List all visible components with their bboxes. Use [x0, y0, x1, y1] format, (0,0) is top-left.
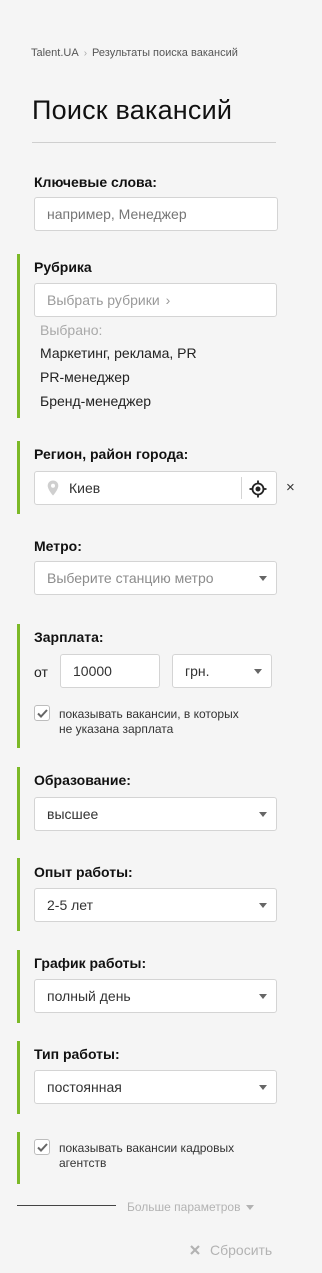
keywords-label: Ключевые слова: [34, 174, 157, 190]
page-title: Поиск вакансий [32, 95, 233, 125]
currency-value: грн. [185, 663, 210, 679]
title-divider [32, 142, 276, 143]
chevron-down-icon [259, 903, 267, 908]
metro-label: Метро: [34, 538, 82, 554]
metro-select[interactable]: Выберите станцию метро [34, 561, 277, 595]
rubric-placeholder: Выбрать рубрики [47, 292, 160, 308]
schedule-label: График работы: [34, 955, 147, 971]
reset-button[interactable]: Сбросить [190, 1242, 272, 1258]
agencies-checkbox[interactable] [34, 1139, 50, 1155]
experience-label: Опыт работы: [34, 864, 133, 880]
rubric-selected-item: Маркетинг, реклама, PR [40, 345, 197, 361]
checkmark-icon [36, 708, 48, 718]
keywords-input[interactable] [34, 197, 278, 231]
breadcrumb-home-link[interactable]: Talent.UA [31, 47, 79, 59]
breadcrumb: Talent.UA › Результаты поиска вакансий [31, 47, 238, 59]
rubric-selected-item: Бренд-менеджер [40, 393, 152, 409]
region-value: Киев [69, 480, 101, 496]
job-type-value: постоянная [47, 1079, 122, 1095]
education-label: Образование: [34, 772, 131, 788]
metro-placeholder: Выберите станцию метро [47, 570, 214, 586]
region-clear-button[interactable]: × [286, 479, 295, 496]
salary-from-input[interactable]: 10000 [60, 654, 160, 688]
chevron-down-icon [259, 1085, 267, 1090]
chevron-down-icon [246, 1204, 255, 1210]
experience-value: 2-5 лет [47, 897, 94, 913]
schedule-select[interactable]: полный день [34, 979, 277, 1013]
chevron-down-icon [254, 669, 262, 674]
reset-label: Сбросить [210, 1242, 273, 1258]
job-type-label: Тип работы: [34, 1046, 120, 1062]
region-divider [241, 477, 242, 499]
agencies-label: показывать вакансии кадровых агентств [59, 1141, 234, 1171]
region-label: Регион, район города: [34, 446, 189, 462]
more-params-label: Больше параметров [127, 1200, 241, 1214]
rubric-selected-item: PR-менеджер [40, 369, 130, 385]
more-params-divider [17, 1205, 116, 1206]
salary-from-label: от [34, 664, 48, 680]
location-pin-icon [47, 480, 59, 496]
region-input[interactable]: Киев [34, 471, 277, 505]
salary-from-value: 10000 [73, 663, 112, 679]
agencies-line1: показывать вакансии кадровых [59, 1141, 235, 1155]
currency-select[interactable]: грн. [172, 654, 272, 688]
chevron-down-icon [259, 812, 267, 817]
experience-select[interactable]: 2-5 лет [34, 888, 277, 922]
salary-unspecified-checkbox[interactable] [34, 705, 50, 721]
close-icon [190, 1245, 200, 1255]
salary-unspecified-label: показывать вакансии, в которых не указан… [59, 707, 239, 737]
salary-label: Зарплата: [34, 629, 104, 645]
chevron-right-icon: › [165, 292, 171, 308]
job-type-select[interactable]: постоянная [34, 1070, 277, 1104]
chevron-down-icon [259, 576, 267, 581]
rubric-selected-label: Выбрано: [40, 322, 103, 338]
chevron-down-icon [259, 994, 267, 999]
education-value: высшее [47, 806, 99, 822]
checkmark-icon [36, 1142, 48, 1152]
rubric-select[interactable]: Выбрать рубрики › [34, 283, 277, 317]
breadcrumb-current: Результаты поиска вакансий [92, 47, 238, 59]
more-params-button[interactable]: Больше параметров [127, 1200, 255, 1214]
salary-unspecified-line1: показывать вакансии, в которых [59, 707, 239, 721]
geolocation-icon[interactable] [248, 479, 268, 499]
salary-unspecified-line2: не указана зарплата [59, 722, 174, 736]
breadcrumb-separator-icon: › [83, 48, 88, 59]
schedule-value: полный день [47, 988, 131, 1004]
education-select[interactable]: высшее [34, 797, 277, 831]
agencies-line2: агентств [59, 1156, 107, 1170]
rubric-label: Рубрика [34, 259, 92, 275]
